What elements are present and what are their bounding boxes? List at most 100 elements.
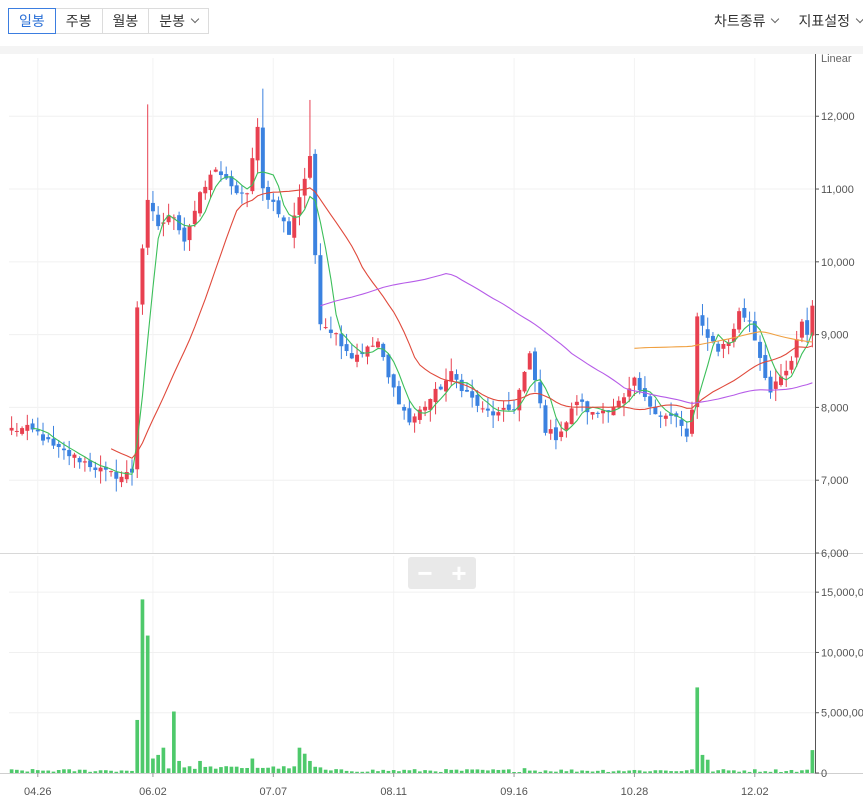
volume-bar <box>794 771 799 773</box>
candle <box>496 412 501 416</box>
chart-toolbar: 일봉 주봉 월봉 분봉 차트종류 지표설정 <box>0 0 863 46</box>
tab-minute[interactable]: 분봉 <box>148 8 210 34</box>
volume-bar <box>412 769 417 773</box>
volume-bar <box>255 767 260 773</box>
volume-bar <box>292 766 297 773</box>
candle <box>396 386 401 405</box>
volume-bar <box>381 769 386 773</box>
candle <box>773 381 778 389</box>
candle <box>705 329 710 338</box>
volume-bar <box>219 767 223 773</box>
candle <box>41 434 46 441</box>
candle <box>355 354 360 362</box>
candle <box>564 422 569 430</box>
volume-bar <box>145 635 150 773</box>
candle <box>553 427 558 441</box>
chart-type-label: 차트종류 <box>713 13 766 29</box>
candle <box>658 415 663 417</box>
chart-panel[interactable]: Linear 12,000 11,000 10,000 9,000 8,000 7,000 6… <box>0 53 863 805</box>
candle <box>302 178 307 196</box>
chevron-down-icon <box>190 14 200 24</box>
volume-bar <box>564 771 569 773</box>
volume-bar <box>459 770 464 773</box>
volume-bar <box>386 770 391 773</box>
volume-bar <box>224 766 229 773</box>
volume-bar <box>622 771 626 773</box>
volume-bar <box>527 770 532 773</box>
volume-bar <box>533 770 537 773</box>
volume-bar <box>737 771 741 773</box>
candle <box>156 214 161 227</box>
volume-bar <box>512 772 516 773</box>
volume-bar <box>679 771 684 773</box>
candle <box>287 221 291 235</box>
candle <box>506 404 511 410</box>
volume-bar <box>475 769 480 773</box>
indicator-settings-button[interactable]: 지표설정 <box>798 8 863 34</box>
zoom-in-button[interactable]: + <box>442 557 476 589</box>
volume-bar <box>648 771 652 773</box>
ma20-line <box>110 187 813 459</box>
candle <box>218 171 223 176</box>
volume-bar <box>318 767 323 773</box>
tab-daily[interactable]: 일봉 <box>8 8 56 34</box>
volume-bar <box>213 768 218 773</box>
indicator-settings-label: 지표설정 <box>798 13 850 29</box>
volume-bar <box>124 770 129 773</box>
stock-chart[interactable]: Linear 12,000 11,000 10,000 9,000 8,000 7,000 6… <box>0 53 863 805</box>
volume-bar <box>46 770 51 773</box>
candle <box>61 448 66 451</box>
tab-monthly[interactable]: 월봉 <box>101 8 150 34</box>
volume-bar <box>554 771 558 773</box>
candle <box>260 127 265 189</box>
volume-bar <box>119 770 124 773</box>
volume-bar <box>51 771 56 773</box>
volume-bar <box>114 771 119 773</box>
candle <box>51 438 56 446</box>
candle <box>527 353 532 370</box>
candle <box>245 193 250 195</box>
volume-bar <box>444 769 448 773</box>
zoom-out-button[interactable]: − <box>408 557 442 589</box>
candle <box>559 431 564 438</box>
candle <box>695 316 700 408</box>
candle <box>470 391 475 398</box>
volume-bar <box>166 768 171 773</box>
candle <box>375 341 380 348</box>
candle <box>344 344 349 352</box>
volume-bar <box>595 770 600 773</box>
volume-bar <box>344 770 349 773</box>
candle <box>140 248 145 305</box>
volume-bar <box>240 768 244 773</box>
volume-bar <box>156 754 160 773</box>
volume-bar <box>700 754 705 773</box>
volume-bar <box>585 770 590 773</box>
zoom-control: − + <box>408 557 476 589</box>
candle <box>135 307 140 470</box>
volume-tick-label: 10,000,000 <box>821 647 863 659</box>
candle <box>9 427 14 431</box>
date-tick-label: 08.11 <box>380 786 407 798</box>
volume-bar <box>643 771 647 773</box>
chart-type-button[interactable]: 차트종류 <box>713 8 780 34</box>
volume-bar <box>501 769 506 773</box>
candle <box>789 360 794 370</box>
volume-tick-label: 15,000,000 <box>821 587 863 599</box>
volume-bar <box>323 769 328 773</box>
volume-bar <box>548 771 553 773</box>
price-tick-label: 11,000 <box>821 184 854 196</box>
volume-bar <box>695 687 700 773</box>
volume-bar <box>261 767 265 773</box>
candle <box>721 343 726 349</box>
volume-bar <box>365 771 370 773</box>
volume-bar <box>428 770 433 773</box>
volume-bar <box>569 769 574 773</box>
candle <box>187 226 192 241</box>
candle <box>386 354 391 378</box>
volume-bar <box>308 760 312 773</box>
volume-bar <box>281 766 286 773</box>
tab-weekly[interactable]: 주봉 <box>54 8 103 34</box>
candle <box>56 443 61 448</box>
candle <box>67 450 72 457</box>
volume-bar <box>77 769 82 773</box>
